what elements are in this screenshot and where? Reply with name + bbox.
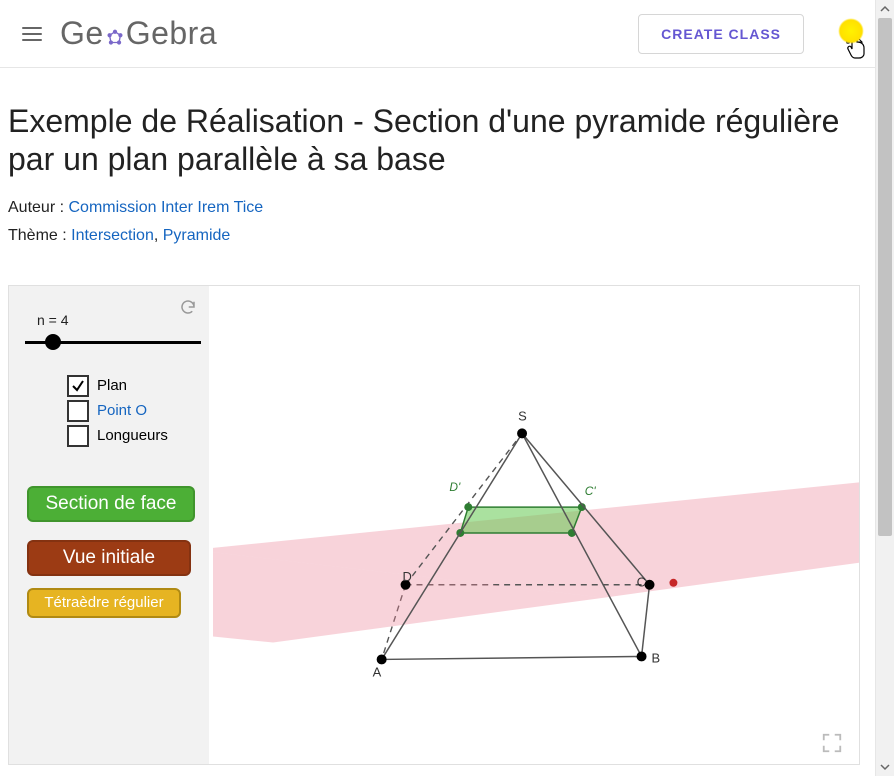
geogebra-logo[interactable]: Ge Gebra bbox=[60, 15, 217, 52]
check-label: Plan bbox=[97, 377, 127, 394]
check-label: Point O bbox=[97, 402, 147, 419]
vertex-label-A: A bbox=[373, 664, 382, 679]
menu-button[interactable] bbox=[8, 10, 56, 58]
vue-initiale-button[interactable]: Vue initiale bbox=[27, 540, 191, 576]
theme-line: Thème : Intersection, Pyramide bbox=[8, 227, 868, 245]
checkbox-group: Plan Point O Longueurs bbox=[67, 372, 168, 450]
checkbox-box bbox=[67, 375, 89, 397]
vertical-scrollbar[interactable] bbox=[875, 0, 894, 776]
button-label: Vue initiale bbox=[63, 547, 155, 569]
geogebra-applet: n = 4 Plan bbox=[8, 285, 860, 765]
fullscreen-icon[interactable] bbox=[821, 732, 843, 754]
section-de-face-button[interactable]: Section de face bbox=[27, 486, 195, 522]
check-label: Longueurs bbox=[97, 427, 168, 444]
vertex-label-Cp: C' bbox=[585, 484, 597, 498]
button-label: Tétraèdre régulier bbox=[44, 594, 163, 611]
page-body: Exemple de Réalisation - Section d'une p… bbox=[0, 68, 876, 765]
page-title: Exemple de Réalisation - Section d'une p… bbox=[8, 102, 868, 179]
checkbox-box bbox=[67, 400, 89, 422]
kebab-menu-button[interactable] bbox=[846, 24, 850, 44]
viewport: Ge Gebra CREATE CLASS bbox=[0, 0, 894, 776]
content: Ge Gebra CREATE CLASS bbox=[0, 0, 876, 776]
vertex-label-S: S bbox=[518, 408, 527, 423]
author-line: Auteur : Commission Inter Irem Tice bbox=[8, 199, 868, 217]
checkbox-pointO[interactable]: Point O bbox=[67, 400, 168, 422]
logo-flower-icon bbox=[106, 29, 124, 47]
vertex-label-D: D bbox=[403, 569, 412, 584]
tetraedre-regulier-button[interactable]: Tétraèdre régulier bbox=[27, 588, 181, 618]
red-free-point bbox=[669, 579, 677, 587]
logo-pre-text: Ge bbox=[60, 15, 104, 52]
vertex-label-C: C bbox=[637, 575, 646, 590]
scroll-down-arrow[interactable] bbox=[876, 758, 894, 776]
theme-label: Thème : bbox=[8, 227, 67, 244]
checkbox-box bbox=[67, 425, 89, 447]
slider-n[interactable]: n = 4 bbox=[23, 312, 203, 350]
cursor-highlight bbox=[834, 16, 876, 60]
slider-n-label: n = 4 bbox=[37, 312, 203, 328]
scroll-track[interactable] bbox=[876, 18, 894, 758]
author-label: Auteur : bbox=[8, 199, 64, 216]
button-label: Section de face bbox=[46, 493, 177, 515]
geometry-canvas[interactable]: S A B C D D' C' bbox=[213, 286, 859, 764]
logo-post-text: Gebra bbox=[126, 15, 217, 52]
checkbox-plan[interactable]: Plan bbox=[67, 375, 168, 397]
applet-sidebar: n = 4 Plan bbox=[9, 286, 209, 764]
theme-link-2[interactable]: Pyramide bbox=[163, 227, 231, 244]
scroll-up-arrow[interactable] bbox=[876, 0, 894, 18]
vertex-label-B: B bbox=[652, 650, 661, 665]
vertex-label-Dp: D' bbox=[449, 480, 461, 494]
author-link[interactable]: Commission Inter Irem Tice bbox=[68, 199, 263, 216]
scroll-thumb[interactable] bbox=[878, 18, 892, 536]
checkbox-longueurs[interactable]: Longueurs bbox=[67, 425, 168, 447]
header-bar: Ge Gebra CREATE CLASS bbox=[0, 0, 876, 68]
create-class-label: CREATE CLASS bbox=[661, 26, 781, 42]
theme-link-1[interactable]: Intersection bbox=[71, 227, 154, 244]
create-class-button[interactable]: CREATE CLASS bbox=[638, 14, 804, 54]
